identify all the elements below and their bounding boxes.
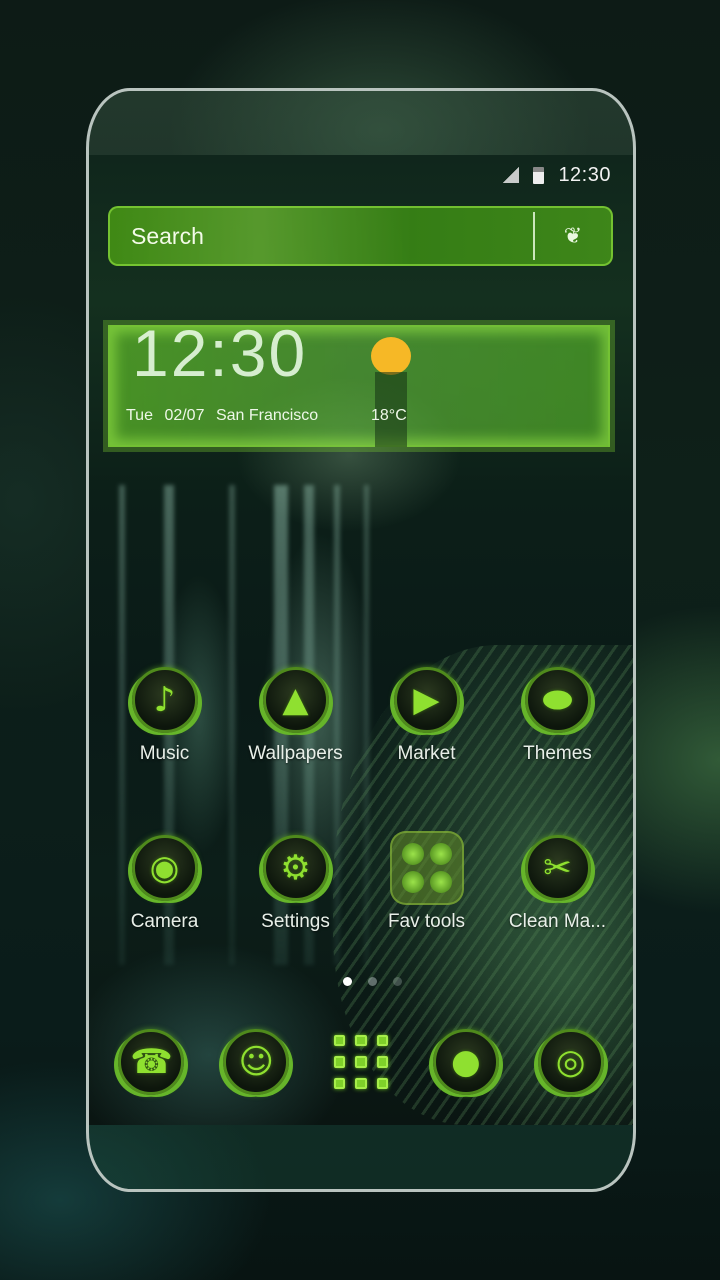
app-settings[interactable]: ⚙ Settings bbox=[230, 833, 361, 1001]
page-dot-active[interactable] bbox=[342, 977, 352, 986]
music-note-icon: ♪ bbox=[131, 667, 198, 733]
app-label: Camera bbox=[130, 911, 199, 932]
app-market[interactable]: ▶ Market bbox=[361, 665, 492, 833]
app-label: Fav tools bbox=[387, 911, 466, 932]
app-themes[interactable]: ⬬ Themes bbox=[492, 665, 623, 833]
sun-icon bbox=[371, 337, 411, 375]
app-label: Clean Ma... bbox=[508, 911, 607, 932]
broom-icon: ✂ bbox=[524, 835, 591, 901]
battery-icon bbox=[533, 166, 545, 184]
chat-bubbles-icon: ● bbox=[432, 1029, 499, 1095]
maple-leaf-icon[interactable]: ❦ bbox=[535, 224, 611, 249]
folder-icon bbox=[389, 831, 464, 905]
folder-fav-tools[interactable]: Fav tools bbox=[361, 831, 492, 1001]
search-input[interactable]: Search bbox=[131, 223, 533, 250]
signal-icon bbox=[503, 167, 520, 183]
widget-city: San Francisco bbox=[215, 407, 319, 424]
contacts-icon: ☺ bbox=[223, 1029, 290, 1095]
mountain-image-icon: ▲ bbox=[262, 667, 329, 733]
app-label: Wallpapers bbox=[248, 743, 343, 764]
camera-icon: ◉ bbox=[131, 835, 198, 901]
page-dot[interactable] bbox=[392, 977, 402, 986]
status-bar: 12:30 bbox=[89, 155, 633, 195]
app-drawer-icon bbox=[330, 1031, 392, 1093]
search-bar[interactable]: Search ❦ bbox=[108, 206, 613, 266]
app-label: Themes bbox=[523, 743, 592, 764]
app-music[interactable]: ♪ Music bbox=[99, 665, 230, 833]
dock-messages[interactable]: ● bbox=[413, 1027, 518, 1097]
page-indicator bbox=[89, 977, 633, 986]
app-camera[interactable]: ◉ Camera bbox=[99, 833, 230, 1001]
home-screen: 12:30 Search ❦ 12:30 Tue 02/07 San Franc… bbox=[89, 155, 633, 1125]
widget-clock: 12:30 bbox=[132, 316, 308, 390]
app-label: Settings bbox=[261, 911, 330, 932]
dock-phone[interactable]: ☎ bbox=[99, 1027, 204, 1097]
dock-contacts[interactable]: ☺ bbox=[204, 1027, 309, 1097]
globe-icon: ◎ bbox=[537, 1029, 604, 1095]
app-grid: ♪ Music ▲ Wallpapers ▶ Market ⬬ Themes ◉… bbox=[99, 665, 623, 1001]
widget-date-location: Tue 02/07 San Francisco bbox=[126, 407, 325, 425]
app-clean-master[interactable]: ✂ Clean Ma... bbox=[492, 833, 623, 1001]
dock-app-drawer[interactable] bbox=[309, 1027, 414, 1097]
app-label: Music bbox=[139, 743, 190, 764]
clock-weather-widget[interactable]: 12:30 Tue 02/07 San Francisco 18°C bbox=[108, 316, 610, 447]
app-wallpapers[interactable]: ▲ Wallpapers bbox=[230, 665, 361, 833]
status-time: 12:30 bbox=[558, 163, 611, 186]
widget-temperature: 18°C bbox=[371, 407, 407, 424]
widget-date: 02/07 bbox=[164, 407, 205, 424]
shopping-bag-play-icon: ▶ bbox=[393, 667, 460, 733]
gear-icon: ⚙ bbox=[262, 835, 329, 901]
palette-icon: ⬬ bbox=[524, 667, 591, 733]
page-dot[interactable] bbox=[367, 977, 377, 986]
app-label: Market bbox=[397, 743, 456, 764]
dock-browser[interactable]: ◎ bbox=[518, 1027, 623, 1097]
widget-day: Tue bbox=[126, 407, 153, 424]
phone-icon: ☎ bbox=[118, 1029, 185, 1095]
dock: ☎ ☺ ● ◎ bbox=[99, 1027, 623, 1097]
